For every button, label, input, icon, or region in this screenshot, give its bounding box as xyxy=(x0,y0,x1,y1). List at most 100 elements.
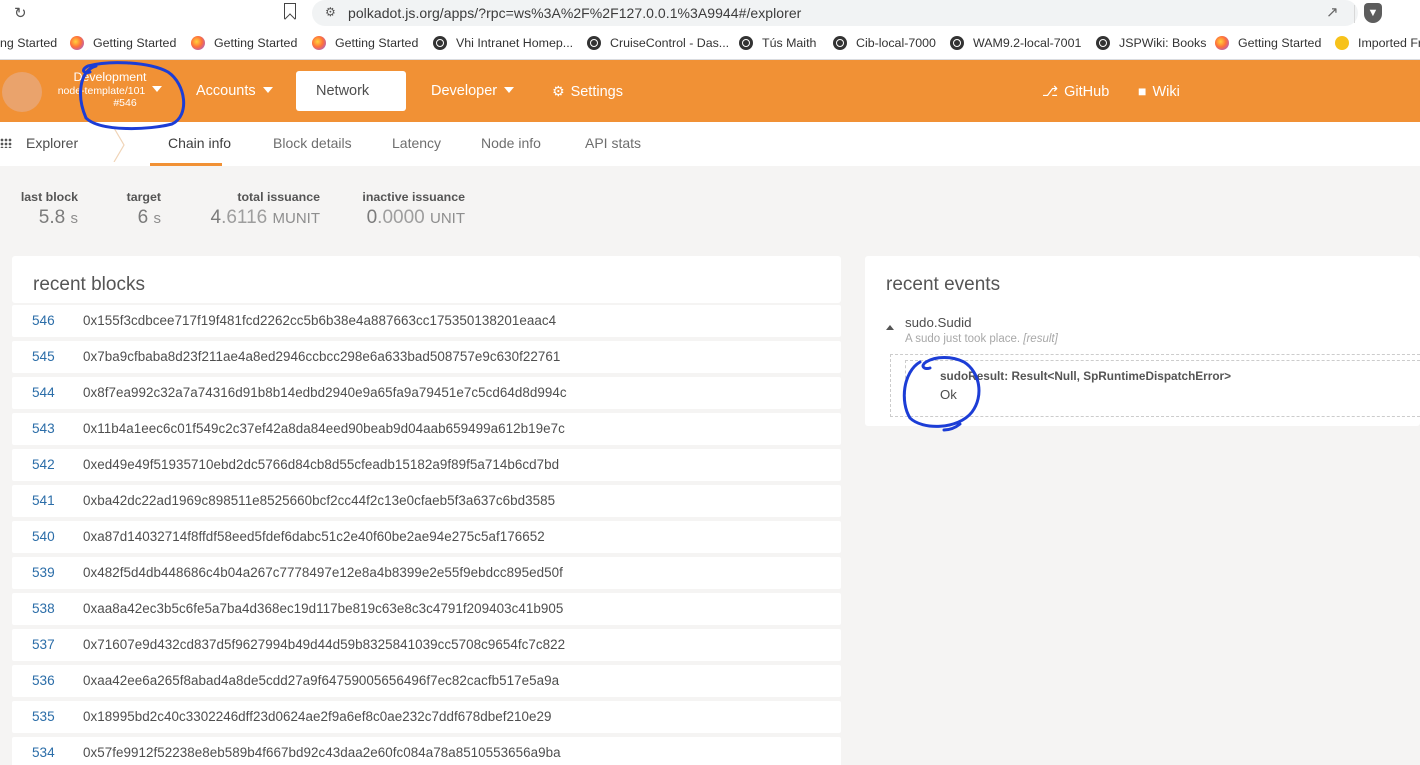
chevron-down-icon xyxy=(504,87,515,93)
block-number-link[interactable]: 541 xyxy=(32,493,55,508)
brave-shield-icon[interactable]: ▼ xyxy=(1364,3,1382,23)
bookmark-label: Imported Fr xyxy=(1358,36,1420,50)
summary-label: inactive issuance xyxy=(362,190,465,204)
block-number-link[interactable]: 534 xyxy=(32,745,55,760)
block-number-link[interactable]: 543 xyxy=(32,421,55,436)
address-bar[interactable]: ⚙ polkadot.js.org/apps/?rpc=ws%3A%2F%2F1… xyxy=(312,0,1358,26)
block-number-link[interactable]: 538 xyxy=(32,601,55,616)
table-row: 539 0x482f5d4db448686c4b04a267c7778497e12… xyxy=(12,557,841,589)
summary-value: 4.6116 MUNIT xyxy=(200,207,321,229)
block-number-link[interactable]: 542 xyxy=(32,457,55,472)
table-row: 537 0x71607e9d432cd837d5f9627994b49d44d59… xyxy=(12,629,841,661)
block-number-link[interactable]: 540 xyxy=(32,529,55,544)
value-unit: s xyxy=(153,210,162,227)
value-integer: 0 xyxy=(366,207,378,228)
bookmark-label: Tús Maith xyxy=(762,36,817,50)
nav-label: Wiki xyxy=(1152,84,1180,100)
breadcrumb-chevron-icon xyxy=(113,128,125,162)
summary-last-block: last block 5.8 s xyxy=(20,190,78,229)
grid-icon xyxy=(0,138,12,148)
nav-label: Accounts xyxy=(196,83,256,99)
bookmark-label: JSPWiki: Books xyxy=(1119,36,1207,50)
tab-latency[interactable]: Latency xyxy=(392,135,441,151)
nav-developer[interactable]: Developer xyxy=(411,71,534,111)
table-row: 536 0xaa42ee6a265f8abad4a8de5cdd27a9f6475… xyxy=(12,665,841,697)
bookmark-item[interactable]: Getting Started xyxy=(191,36,297,50)
code-branch-icon: ⎇ xyxy=(1042,83,1059,99)
block-number-link[interactable]: 544 xyxy=(32,385,55,400)
tab-node-info[interactable]: Node info xyxy=(481,135,541,151)
nav-settings[interactable]: ⚙ Settings xyxy=(532,71,643,111)
bookmark-item[interactable]: Getting Started xyxy=(1215,36,1321,50)
url-text: polkadot.js.org/apps/?rpc=ws%3A%2F%2F127… xyxy=(348,5,802,21)
explorer-subnav: Explorer Chain info Block details Latenc… xyxy=(0,122,1420,166)
bookmark-page-icon[interactable] xyxy=(284,3,296,19)
reload-icon[interactable]: ↻ xyxy=(14,4,27,22)
globe-icon xyxy=(950,36,964,50)
bookmark-item[interactable]: Getting Started xyxy=(312,36,418,50)
chain-spec: node-template/101 xyxy=(57,85,146,97)
block-hash: 0x57fe9912f52238e8eb589b4f667bd92c43daa2… xyxy=(83,745,561,760)
browser-toolbar: ↻ ⚙ polkadot.js.org/apps/?rpc=ws%3A%2F%2… xyxy=(0,0,1420,28)
firefox-icon xyxy=(312,36,326,50)
nav-accounts[interactable]: Accounts xyxy=(176,71,293,111)
bookmark-label: Getting Started xyxy=(1238,36,1322,50)
tab-chain-info[interactable]: Chain info xyxy=(168,135,231,151)
block-number-link[interactable]: 546 xyxy=(32,313,55,328)
block-number-link[interactable]: 539 xyxy=(32,565,55,580)
collapse-caret-icon[interactable] xyxy=(886,325,894,330)
block-hash: 0xed49e49f51935710ebd2dc5766d84cb8d55cfe… xyxy=(83,457,560,472)
bookmarks-bar: ng Started Getting Started Getting Start… xyxy=(0,28,1420,60)
nav-wiki[interactable]: ■ Wiki xyxy=(1118,71,1200,111)
globe-icon xyxy=(1096,36,1110,50)
bookmark-item[interactable]: Getting Started xyxy=(70,36,176,50)
table-row: 541 0xba42dc22ad1969c898511e8525660bcf2cc… xyxy=(12,485,841,517)
firefox-icon xyxy=(1215,36,1229,50)
bookmark-item[interactable]: Vhi Intranet Homep... xyxy=(433,36,573,50)
nav-network[interactable]: Network xyxy=(296,71,406,133)
event-desc-tag: [result] xyxy=(1023,333,1058,345)
bookmark-item[interactable]: WAM9.2-local-7001 xyxy=(950,36,1081,50)
bookmark-label: Cib-local-7000 xyxy=(856,36,936,50)
bookmark-item[interactable]: ng Started xyxy=(0,36,57,50)
firefox-icon xyxy=(191,36,205,50)
bookmark-item[interactable]: JSPWiki: Books xyxy=(1096,36,1206,50)
block-hash: 0xaa42ee6a265f8abad4a8de5cdd27a9f6475900… xyxy=(83,673,560,688)
event-description: A sudo just took place. [result] xyxy=(905,333,1058,345)
globe-icon xyxy=(833,36,847,50)
bookmark-item[interactable]: CruiseControl - Das... xyxy=(587,36,729,50)
block-number-link[interactable]: 536 xyxy=(32,673,55,688)
block-number-link[interactable]: 545 xyxy=(32,349,55,364)
chain-selector[interactable]: Development node-template/101 #546 xyxy=(50,70,170,109)
block-hash: 0x7ba9cfbaba8d23f211ae4a8ed2946ccbcc298e… xyxy=(83,349,561,364)
book-icon: ■ xyxy=(1138,83,1147,99)
nav-github[interactable]: ⎇ GitHub xyxy=(1022,71,1129,111)
block-number-link[interactable]: 537 xyxy=(32,637,55,652)
value-number: 5.8 xyxy=(38,207,66,228)
bookmark-item[interactable]: Tús Maith xyxy=(739,36,816,50)
explorer-menu[interactable]: Explorer xyxy=(0,135,78,151)
block-hash: 0x482f5d4db448686c4b04a267c7778497e12e8a… xyxy=(83,565,563,580)
tab-api-stats[interactable]: API stats xyxy=(585,135,641,151)
bookmark-label: WAM9.2-local-7001 xyxy=(973,36,1082,50)
block-hash: 0x8f7ea992c32a7a74316d91b8b14edbd2940e9a… xyxy=(83,385,567,400)
tab-block-details[interactable]: Block details xyxy=(273,135,352,151)
value-integer: 4 xyxy=(210,207,222,228)
value-unit: s xyxy=(70,210,79,227)
section-label: Explorer xyxy=(26,135,79,151)
summary-target: target 6 s xyxy=(110,190,161,229)
block-hash: 0x71607e9d432cd837d5f9627994b49d44d59b83… xyxy=(83,637,566,652)
event-name[interactable]: sudo.Sudid xyxy=(905,315,972,330)
event-param-item xyxy=(905,360,1420,410)
chain-logo xyxy=(2,72,42,112)
share-icon[interactable]: ↗ xyxy=(1326,3,1339,21)
block-number-link[interactable]: 535 xyxy=(32,709,55,724)
nav-label: Developer xyxy=(431,83,498,99)
event-param-label: sudoResult: Result<Null, SpRuntimeDispat… xyxy=(940,369,1232,383)
nav-label: Settings xyxy=(570,84,623,100)
bookmark-item[interactable]: Cib-local-7000 xyxy=(833,36,936,50)
chain-block-number: #546 xyxy=(113,97,137,109)
bookmark-folder[interactable]: Imported Fr xyxy=(1335,36,1420,50)
card-title: recent blocks xyxy=(33,274,145,295)
site-info-icon[interactable]: ⚙ xyxy=(325,5,336,19)
